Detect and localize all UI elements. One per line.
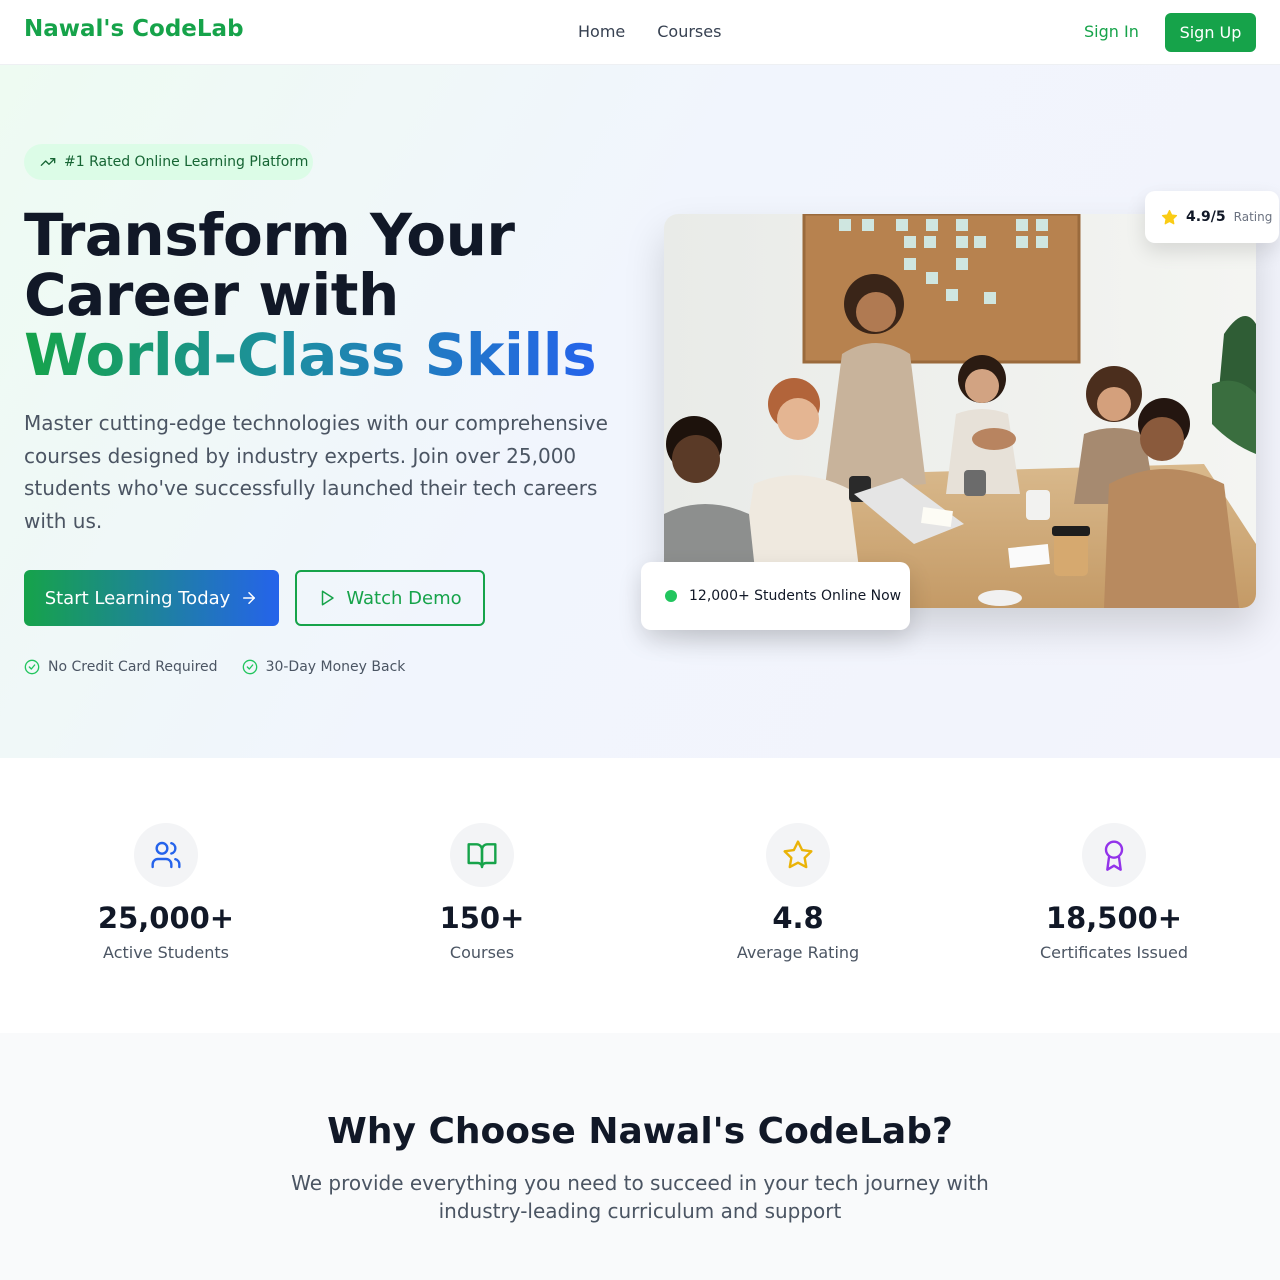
hero-title-line1: Transform Your xyxy=(24,201,515,269)
stat-value: 18,500+ xyxy=(1045,901,1183,935)
star-icon xyxy=(1161,209,1178,224)
stat-icon-wrap xyxy=(766,823,830,887)
stats-section: 25,000+ Active Students 150+ Courses 4.8… xyxy=(0,758,1280,1033)
why-choose-subtitle: We provide everything you need to succee… xyxy=(291,1171,989,1223)
stat-icon-wrap xyxy=(1082,823,1146,887)
stat-label: Courses xyxy=(449,943,515,962)
guarantee-item: No Credit Card Required xyxy=(24,659,218,675)
hero-description: Master cutting-edge technologies with ou… xyxy=(24,411,608,533)
guarantee-item: 30-Day Money Back xyxy=(242,659,406,675)
nav-links: Home Courses xyxy=(578,22,721,41)
rating-label: Rating xyxy=(1233,210,1273,224)
students-online-text: 12,000+ Students Online Now xyxy=(689,588,902,604)
stat-label: Average Rating xyxy=(736,943,860,962)
users-icon xyxy=(151,841,181,869)
stat-label: Active Students xyxy=(103,943,229,962)
hero-section: #1 Rated Online Learning Platform Transf… xyxy=(0,65,1280,758)
book-open-icon xyxy=(467,843,497,869)
rating-value: 4.9/5 xyxy=(1186,209,1226,225)
guarantee-text: 30-Day Money Back xyxy=(265,659,406,675)
online-status-dot xyxy=(665,590,677,602)
stat-courses: 150+ Courses xyxy=(332,823,632,962)
play-icon xyxy=(322,590,335,606)
arrow-right-icon xyxy=(243,592,256,604)
hero-title-line2: Career with xyxy=(24,261,399,329)
watch-demo-label: Watch Demo xyxy=(346,587,462,609)
award-icon xyxy=(1104,840,1124,871)
sign-up-button[interactable]: Sign Up xyxy=(1165,13,1256,52)
check-circle-icon xyxy=(242,659,257,675)
stat-icon-wrap xyxy=(134,823,198,887)
stat-label: Certificates Issued xyxy=(1039,943,1189,962)
stat-value: 25,000+ xyxy=(97,901,235,935)
nav-link-courses[interactable]: Courses xyxy=(657,22,721,41)
top-nav: Nawal's CodeLab Home Courses Sign In Sig… xyxy=(0,0,1280,65)
star-icon xyxy=(783,840,813,869)
hero-title: Transform Your Career with World-Class S… xyxy=(24,205,597,385)
why-choose-section: Why Choose Nawal's CodeLab? We provide e… xyxy=(0,1033,1280,1280)
stat-icon-wrap xyxy=(450,823,514,887)
hero-title-highlight: World-Class Skills xyxy=(24,321,597,389)
nav-link-home[interactable]: Home xyxy=(578,22,625,41)
why-choose-title: Why Choose Nawal's CodeLab? xyxy=(327,1111,953,1152)
hero-photo xyxy=(664,214,1256,608)
start-learning-label: Start Learning Today xyxy=(44,587,231,609)
stat-certificates: 18,500+ Certificates Issued xyxy=(964,823,1264,962)
rated-badge-text: #1 Rated Online Learning Platform xyxy=(64,154,309,170)
sign-in-link[interactable]: Sign In xyxy=(1084,22,1139,41)
guarantee-text: No Credit Card Required xyxy=(48,659,218,675)
team-meeting-image xyxy=(664,214,1256,608)
stat-value: 150+ xyxy=(439,901,525,935)
brand-logo[interactable]: Nawal's CodeLab xyxy=(24,16,244,42)
watch-demo-button[interactable]: Watch Demo xyxy=(295,570,485,626)
stat-average-rating: 4.8 Average Rating xyxy=(648,823,948,962)
hero-guarantees: No Credit Card Required 30-Day Money Bac… xyxy=(24,659,405,675)
rating-card: 4.9/5 Rating xyxy=(1145,191,1279,243)
stat-active-students: 25,000+ Active Students xyxy=(16,823,316,962)
stat-value: 4.8 xyxy=(772,901,824,935)
start-learning-button[interactable]: Start Learning Today xyxy=(24,570,279,626)
students-online-card: 12,000+ Students Online Now xyxy=(641,562,910,630)
trending-up-icon xyxy=(40,158,56,166)
rated-badge: #1 Rated Online Learning Platform xyxy=(24,144,313,180)
check-circle-icon xyxy=(24,659,40,675)
